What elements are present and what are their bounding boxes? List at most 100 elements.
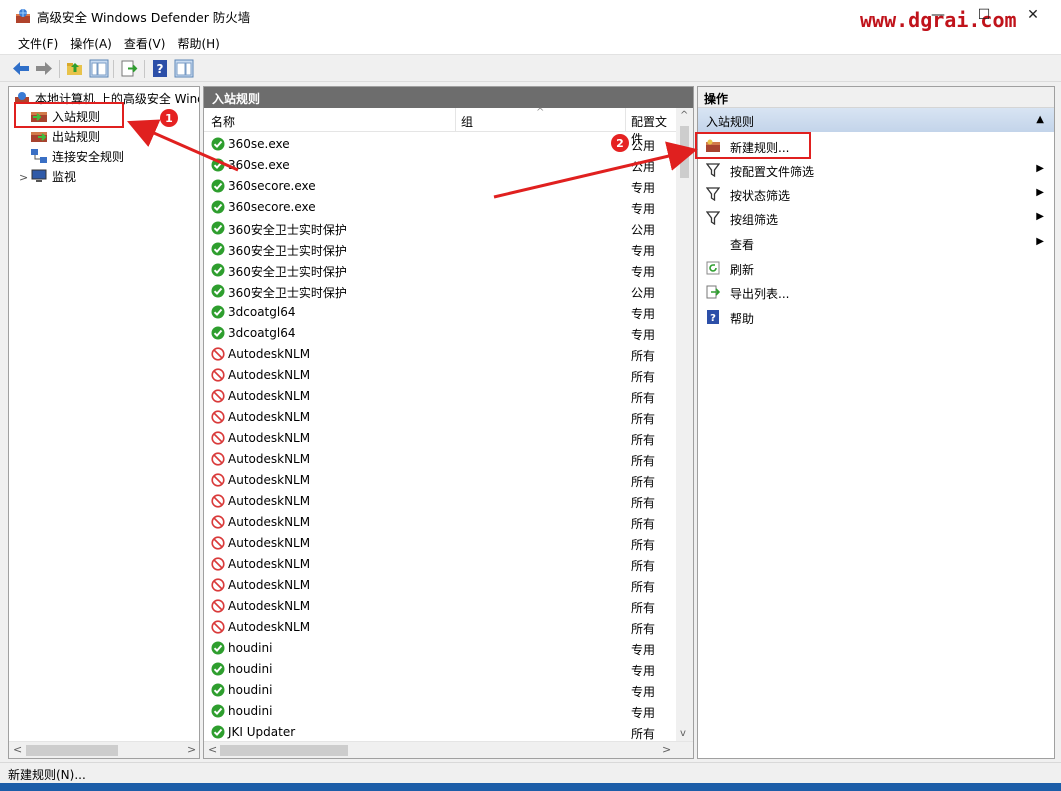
- table-row[interactable]: houdini 专用: [204, 680, 677, 701]
- table-row[interactable]: houdini 专用: [204, 638, 677, 659]
- table-row[interactable]: 3dcoatgl64 专用: [204, 323, 677, 344]
- up-folder-icon[interactable]: [65, 59, 85, 78]
- monitor-icon: [31, 169, 47, 182]
- table-row[interactable]: AutodeskNLM 所有: [204, 617, 677, 638]
- action-filter-by-group[interactable]: 按组筛选 ▶: [698, 206, 1054, 230]
- table-row[interactable]: 360安全卫士实时保护 公用: [204, 281, 677, 302]
- minimize-button[interactable]: —: [915, 0, 961, 30]
- outbound-rules-icon: [31, 132, 47, 142]
- status-bar: 新建规则(N)...: [0, 762, 1061, 783]
- table-row[interactable]: AutodeskNLM 所有: [204, 491, 677, 512]
- column-name[interactable]: 名称: [211, 113, 235, 130]
- menu-help[interactable]: 帮助(H): [171, 32, 225, 54]
- table-row[interactable]: AutodeskNLM 所有: [204, 428, 677, 449]
- refresh-icon: [706, 261, 720, 275]
- rule-profile: 所有: [631, 496, 656, 510]
- menu-view[interactable]: 查看(V): [118, 32, 172, 54]
- rule-blocked-icon: [211, 557, 225, 571]
- rule-profile: 专用: [631, 265, 656, 279]
- rule-blocked-icon: [211, 431, 225, 445]
- table-row[interactable]: houdini 专用: [204, 659, 677, 680]
- forward-arrow-icon[interactable]: [34, 59, 54, 78]
- scroll-right-icon[interactable]: >: [662, 743, 671, 756]
- rules-scroll-thumb[interactable]: [680, 126, 689, 178]
- table-row[interactable]: 360安全卫士实时保护 公用: [204, 218, 677, 239]
- rule-blocked-icon: [211, 620, 225, 634]
- show-hide-tree-icon[interactable]: [89, 59, 109, 78]
- collapse-up-icon[interactable]: ▲: [1036, 114, 1044, 125]
- action-help[interactable]: ? 帮助: [698, 305, 1054, 329]
- rule-enabled-check-icon: [211, 284, 225, 298]
- table-row[interactable]: JKI Updater 所有: [204, 722, 677, 743]
- table-row[interactable]: AutodeskNLM 所有: [204, 386, 677, 407]
- menu-file[interactable]: 文件(F): [12, 32, 64, 54]
- action-filter-by-state[interactable]: 按状态筛选 ▶: [698, 182, 1054, 206]
- close-button[interactable]: ✕: [1010, 0, 1056, 30]
- table-row[interactable]: AutodeskNLM 所有: [204, 449, 677, 470]
- rule-blocked-icon: [211, 452, 225, 466]
- action-filter-by-profile[interactable]: 按配置文件筛选 ▶: [698, 158, 1054, 182]
- tree-horizontal-scrollbar[interactable]: < >: [9, 741, 199, 758]
- scroll-left-icon[interactable]: <: [208, 743, 217, 756]
- tree-item-connection-security-rules[interactable]: 连接安全规则: [31, 146, 124, 166]
- rule-profile: 专用: [631, 181, 656, 195]
- table-row[interactable]: AutodeskNLM 所有: [204, 575, 677, 596]
- tree-item-outbound-rules[interactable]: 出站规则: [31, 126, 100, 146]
- rule-profile: 专用: [631, 643, 656, 657]
- table-row[interactable]: 360安全卫士实时保护 专用: [204, 260, 677, 281]
- table-row[interactable]: houdini 专用: [204, 701, 677, 722]
- table-row[interactable]: 360se.exe 公用: [204, 155, 677, 176]
- back-arrow-icon[interactable]: [11, 59, 31, 78]
- action-view[interactable]: 查看 ▶: [698, 231, 1054, 255]
- scroll-down-icon[interactable]: v: [680, 728, 686, 739]
- table-row[interactable]: 360se.exe 公用: [204, 134, 677, 155]
- scroll-right-icon[interactable]: >: [187, 743, 196, 756]
- scroll-up-icon[interactable]: ^: [680, 110, 688, 121]
- table-row[interactable]: AutodeskNLM 所有: [204, 533, 677, 554]
- rule-name: AutodeskNLM: [228, 473, 311, 487]
- table-row[interactable]: AutodeskNLM 所有: [204, 596, 677, 617]
- action-export-list[interactable]: 导出列表...: [698, 280, 1054, 304]
- rules-horizontal-scrollbar[interactable]: < >: [204, 741, 693, 758]
- rule-profile: 专用: [631, 202, 656, 216]
- filter-icon: [706, 211, 720, 225]
- rule-name: AutodeskNLM: [228, 368, 311, 382]
- highlight-new-rule: [695, 132, 811, 159]
- table-row[interactable]: AutodeskNLM 所有: [204, 365, 677, 386]
- table-row[interactable]: 360安全卫士实时保护 专用: [204, 239, 677, 260]
- help-toolbar-icon[interactable]: ?: [150, 59, 170, 78]
- table-row[interactable]: AutodeskNLM 所有: [204, 512, 677, 533]
- rules-hscroll-thumb[interactable]: [220, 745, 348, 756]
- step-badge-1: 1: [160, 109, 178, 127]
- table-row[interactable]: AutodeskNLM 所有: [204, 344, 677, 365]
- table-row[interactable]: 360secore.exe 专用: [204, 197, 677, 218]
- rule-profile: 所有: [631, 559, 656, 573]
- export-toolbar-icon[interactable]: [119, 59, 139, 78]
- actions-section-inbound-rules[interactable]: 入站规则 ▲: [698, 108, 1054, 132]
- table-row[interactable]: AutodeskNLM 所有: [204, 407, 677, 428]
- scroll-left-icon[interactable]: <: [13, 743, 22, 756]
- table-row[interactable]: 360secore.exe 专用: [204, 176, 677, 197]
- rules-vertical-scrollbar[interactable]: ^ v: [676, 108, 693, 743]
- table-row[interactable]: AutodeskNLM 所有: [204, 470, 677, 491]
- action-refresh[interactable]: 刷新: [698, 256, 1054, 280]
- actions-pane-title: 操作: [698, 87, 1054, 108]
- rule-name: 360secore.exe: [228, 179, 316, 193]
- show-hide-action-pane-icon[interactable]: [174, 59, 194, 78]
- table-row[interactable]: AutodeskNLM 所有: [204, 554, 677, 575]
- rule-enabled-check-icon: [211, 305, 225, 319]
- maximize-button[interactable]: ☐: [961, 0, 1007, 30]
- actions-section-label: 入站规则: [706, 115, 755, 129]
- rule-name: AutodeskNLM: [228, 557, 311, 571]
- title-bar[interactable]: 高级安全 Windows Defender 防火墙 www.dgrai.com …: [0, 0, 1061, 32]
- tree-scroll-thumb[interactable]: [26, 745, 118, 756]
- tree-item-monitoring[interactable]: 监视: [31, 166, 76, 186]
- rule-profile: 所有: [631, 391, 656, 405]
- monitor-expander-chevron-icon[interactable]: >: [19, 171, 28, 184]
- table-row[interactable]: 3dcoatgl64 专用: [204, 302, 677, 323]
- rule-profile: 所有: [631, 349, 656, 363]
- rule-profile: 所有: [631, 517, 656, 531]
- menu-action[interactable]: 操作(A): [64, 32, 118, 54]
- rule-profile: 公用: [631, 160, 656, 174]
- column-group[interactable]: 组: [461, 113, 473, 130]
